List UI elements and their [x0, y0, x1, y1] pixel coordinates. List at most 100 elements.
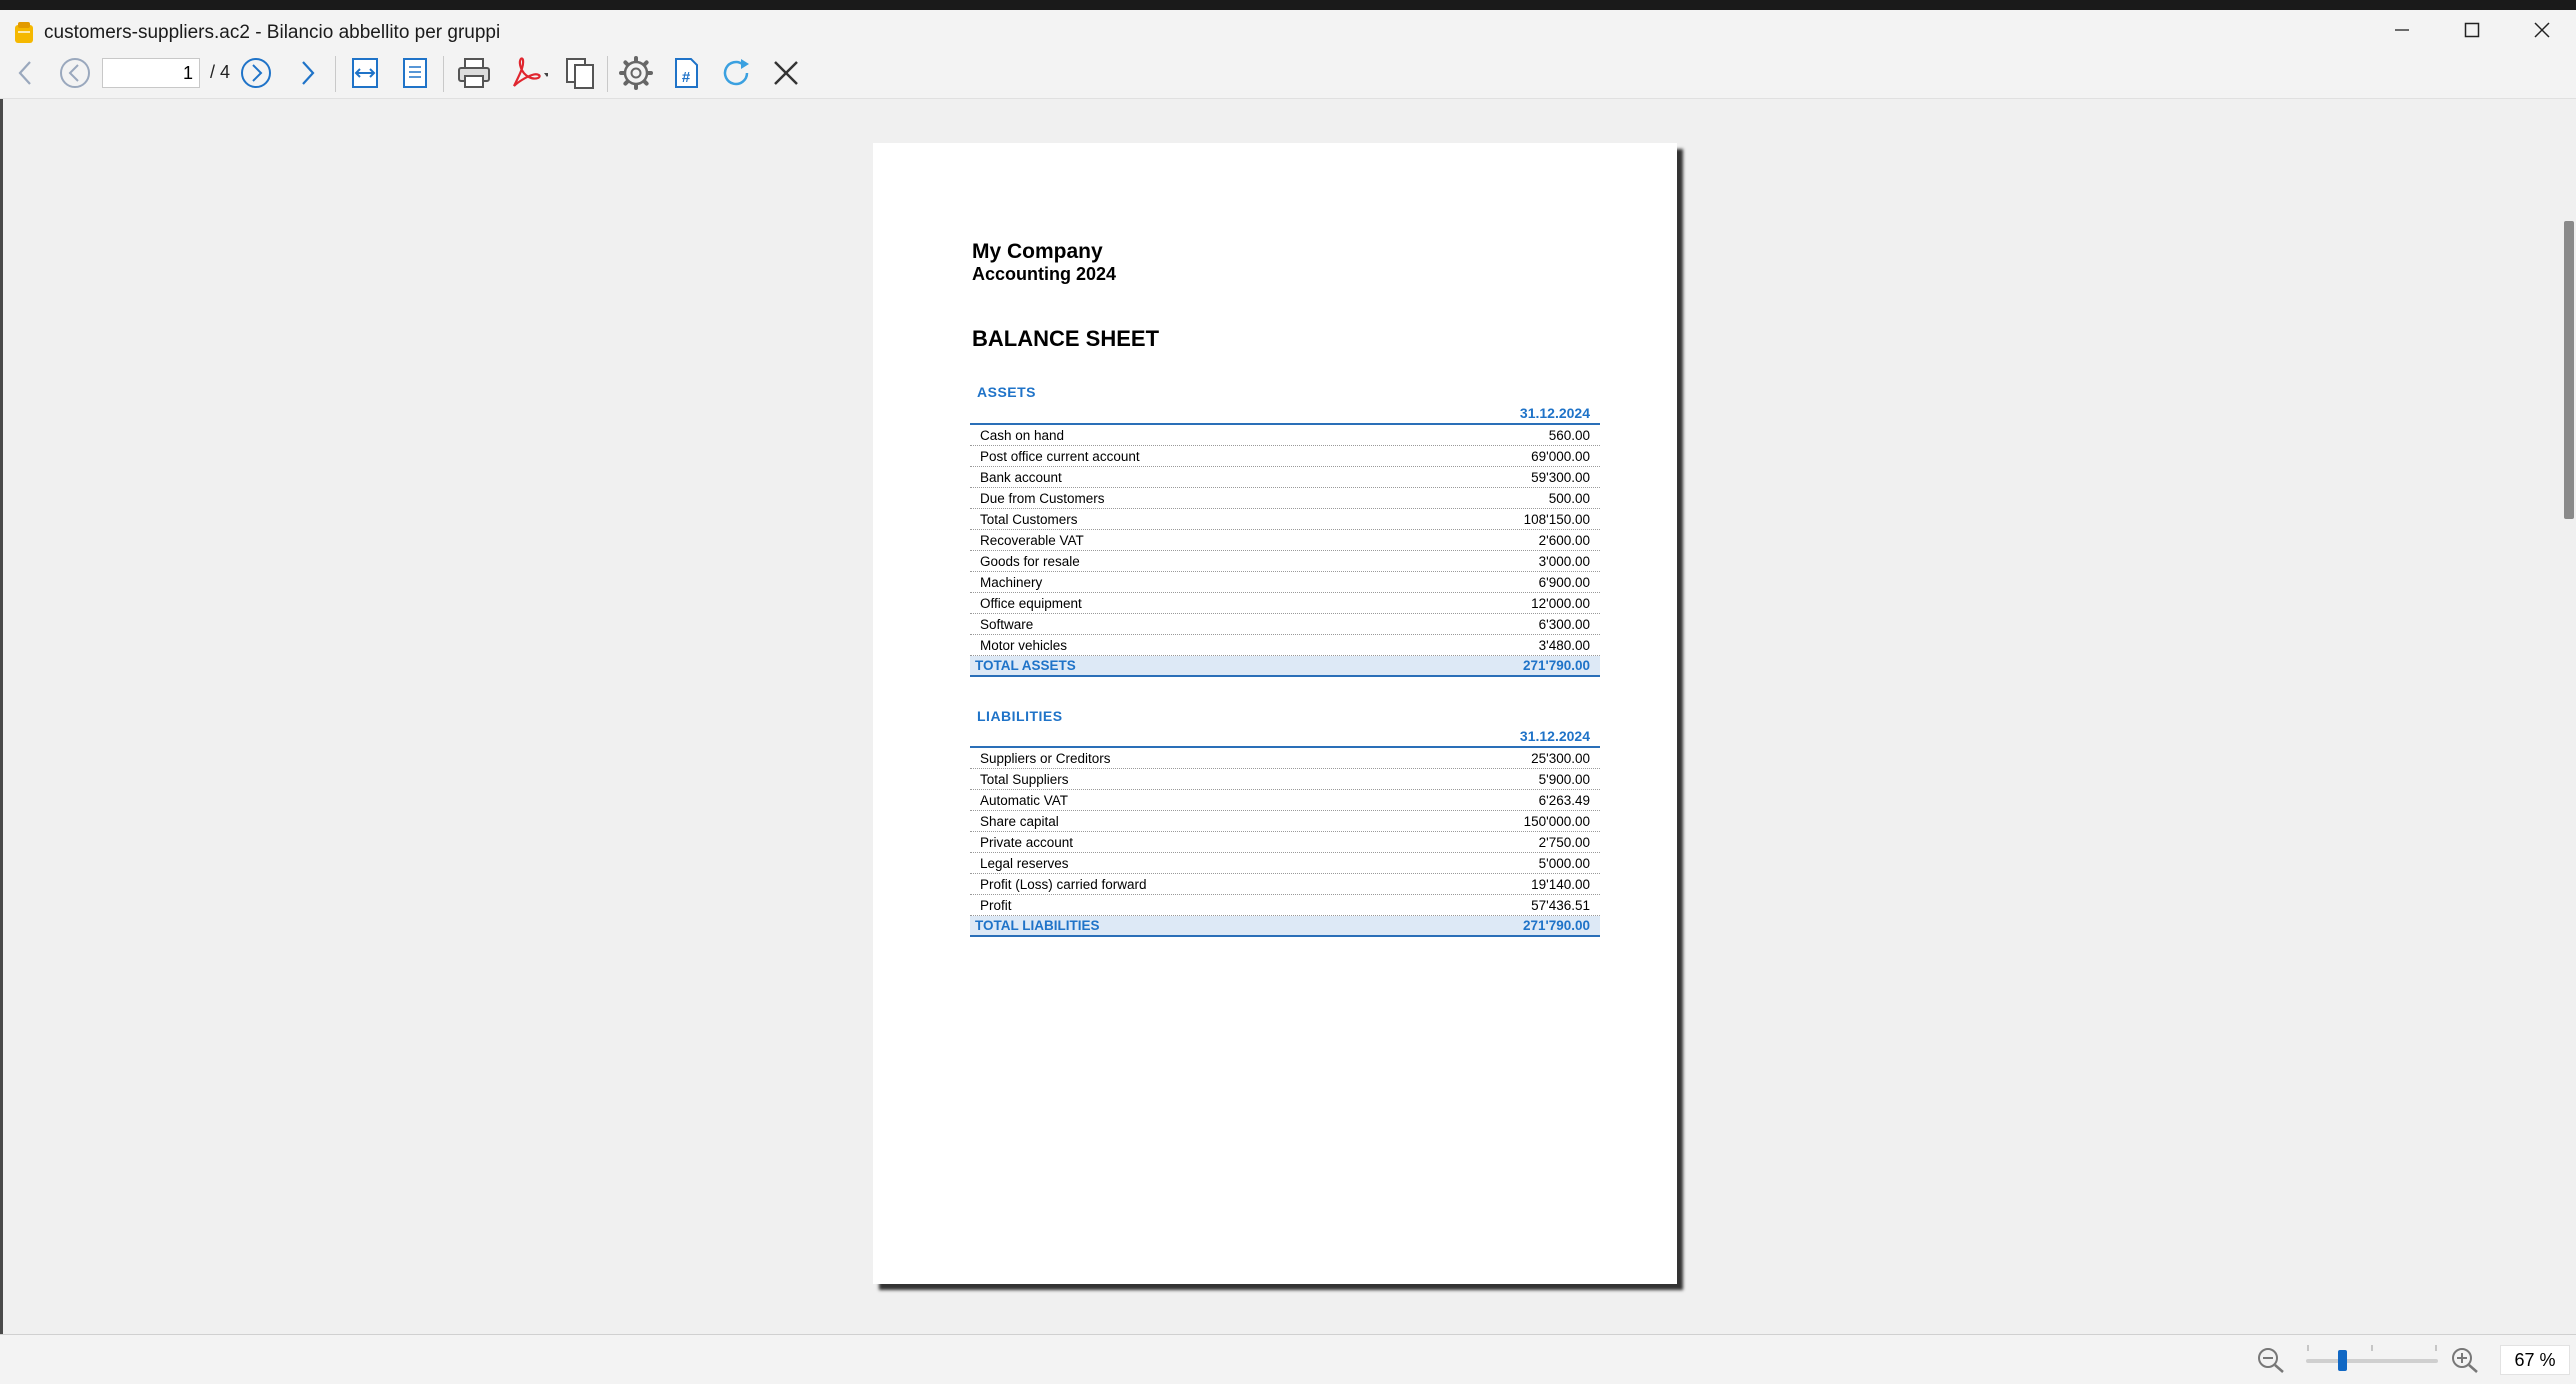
next-page-button[interactable]: [236, 54, 276, 92]
forward-button[interactable]: [287, 54, 327, 92]
total-label: TOTAL ASSETS: [975, 658, 1076, 673]
table-row: Suppliers or Creditors 25'300.00: [970, 748, 1600, 769]
table-row: Post office current account 69'000.00: [970, 446, 1600, 467]
row-amount: 500.00: [1548, 491, 1590, 506]
fit-page-button[interactable]: [395, 54, 435, 92]
previous-page-icon: [60, 58, 90, 88]
table-row: Software 6'300.00: [970, 614, 1600, 635]
row-label: Total Suppliers: [980, 772, 1069, 787]
assets-table: Cash on hand 560.00 Post office current ac…: [970, 425, 1600, 677]
row-amount: 59'300.00: [1531, 470, 1590, 485]
row-amount: 5'000.00: [1538, 856, 1590, 871]
maximize-button[interactable]: [2442, 12, 2502, 48]
print-icon: [458, 58, 490, 88]
row-amount: 6'900.00: [1538, 575, 1590, 590]
window-close-icon: [2534, 22, 2550, 38]
row-amount: 3'000.00: [1538, 554, 1590, 569]
row-label: Post office current account: [980, 449, 1140, 464]
row-amount: 2'750.00: [1538, 835, 1590, 850]
toolbar: / 4 #: [0, 48, 2576, 99]
window-close-button[interactable]: [2512, 12, 2572, 48]
close-preview-button[interactable]: [766, 54, 806, 92]
total-row: TOTAL ASSETS 271'790.00: [970, 656, 1600, 677]
row-amount: 19'140.00: [1531, 877, 1590, 892]
copy-pages-icon: [566, 58, 594, 89]
zoom-out-icon: [2258, 1348, 2284, 1373]
assets-date-header: 31.12.2024: [970, 405, 1600, 425]
row-amount: 6'300.00: [1538, 617, 1590, 632]
row-label: Automatic VAT: [980, 793, 1069, 808]
print-button[interactable]: [454, 54, 494, 92]
zoom-in-button[interactable]: [2450, 1346, 2480, 1379]
row-amount: 69'000.00: [1531, 449, 1590, 464]
fit-width-button[interactable]: [345, 54, 385, 92]
zoom-slider-thumb[interactable]: [2338, 1350, 2348, 1371]
row-label: Profit (Loss) carried forward: [980, 877, 1147, 892]
table-row: Bank account 59'300.00: [970, 467, 1600, 488]
scrollbar-thumb[interactable]: [2564, 221, 2574, 519]
minimize-button[interactable]: [2372, 12, 2432, 48]
status-bar: 67 %: [0, 1334, 2576, 1384]
vertical-scrollbar[interactable]: [2562, 99, 2576, 1334]
table-row: Private account 2'750.00: [970, 832, 1600, 853]
refresh-button[interactable]: [716, 54, 756, 92]
table-row: Legal reserves 5'000.00: [970, 853, 1600, 874]
copy-pages-button[interactable]: [560, 54, 600, 92]
row-amount: 6'263.49: [1538, 793, 1590, 808]
row-label: Total Customers: [980, 512, 1078, 527]
page-number-button[interactable]: #: [666, 54, 706, 92]
company-name: My Company: [972, 240, 1103, 263]
pdf-icon: [513, 57, 548, 87]
window-top-border: [0, 0, 2576, 10]
row-label: Suppliers or Creditors: [980, 751, 1111, 766]
total-row: TOTAL LIABILITIES 271'790.00: [970, 916, 1600, 937]
settings-button[interactable]: [616, 54, 656, 92]
row-label: Profit: [980, 898, 1012, 913]
row-label: Legal reserves: [980, 856, 1069, 871]
table-row: Total Customers 108'150.00: [970, 509, 1600, 530]
zoom-value[interactable]: 67 %: [2500, 1345, 2570, 1375]
liabilities-date: 31.12.2024: [1519, 728, 1590, 744]
back-arrow-icon: [18, 61, 31, 85]
row-label: Due from Customers: [980, 491, 1105, 506]
zoom-out-button[interactable]: [2256, 1346, 2286, 1379]
table-row: Cash on hand 560.00: [970, 425, 1600, 446]
page-number-icon: #: [675, 58, 698, 88]
refresh-icon: [723, 59, 749, 86]
window-title: customers-suppliers.ac2 - Bilancio abbel…: [44, 22, 501, 43]
row-label: Machinery: [980, 575, 1043, 590]
table-row: Share capital 150'000.00: [970, 811, 1600, 832]
row-label: Goods for resale: [980, 554, 1080, 569]
maximize-icon: [2464, 22, 2480, 38]
zoom-in-icon: [2452, 1348, 2478, 1373]
previous-page-button[interactable]: [55, 54, 95, 92]
export-pdf-button[interactable]: [508, 54, 548, 92]
row-label: Recoverable VAT: [980, 533, 1084, 548]
next-page-icon: [241, 58, 271, 88]
assets-date: 31.12.2024: [1519, 405, 1590, 421]
report-title: BALANCE SHEET: [972, 326, 1160, 351]
row-label: Private account: [980, 835, 1074, 850]
title-bar: customers-suppliers.ac2 - Bilancio abbel…: [0, 10, 2576, 48]
table-row: Goods for resale 3'000.00: [970, 551, 1600, 572]
liabilities-heading: LIABILITIES: [977, 708, 1063, 724]
table-row: Recoverable VAT 2'600.00: [970, 530, 1600, 551]
table-row: Automatic VAT 6'263.49: [970, 790, 1600, 811]
back-button[interactable]: [6, 54, 46, 92]
table-row: Total Suppliers 5'900.00: [970, 769, 1600, 790]
zoom-slider-ticks: [2307, 1345, 2437, 1351]
table-row: Profit 57'436.51: [970, 895, 1600, 916]
page-number-input[interactable]: [102, 58, 200, 88]
table-row: Profit (Loss) carried forward 19'140.00: [970, 874, 1600, 895]
row-amount: 3'480.00: [1538, 638, 1590, 653]
zoom-slider[interactable]: [2306, 1359, 2438, 1363]
assets-heading: ASSETS: [977, 384, 1037, 400]
row-label: Bank account: [980, 470, 1062, 485]
forward-arrow-icon: [302, 61, 315, 85]
row-label: Motor vehicles: [980, 638, 1068, 653]
toolbar-separator: [443, 56, 444, 92]
total-amount: 271'790.00: [1522, 918, 1590, 933]
toolbar-separator: [607, 56, 608, 92]
table-row: Office equipment 12'000.00: [970, 593, 1600, 614]
toolbar-separator: [335, 56, 336, 92]
